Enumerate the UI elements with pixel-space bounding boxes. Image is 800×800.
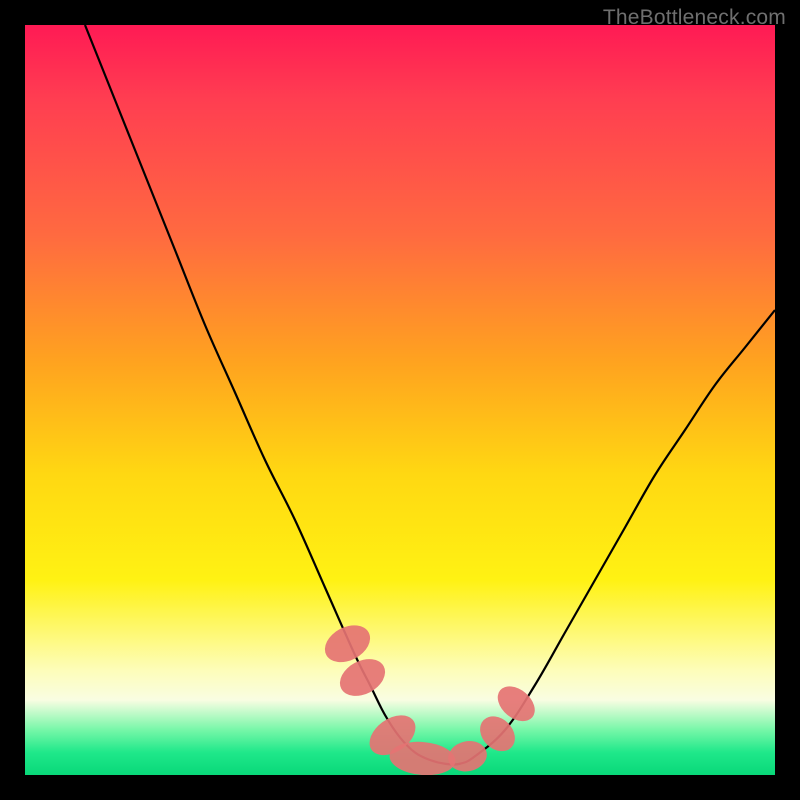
watermark-text: TheBottleneck.com [603, 6, 786, 30]
chart-svg [25, 25, 775, 775]
plot-area [25, 25, 775, 775]
curve-path [85, 25, 775, 765]
bottleneck-curve [85, 25, 775, 765]
chart-frame: TheBottleneck.com [0, 0, 800, 800]
marker-layer [319, 618, 542, 775]
marker-e [445, 738, 489, 775]
